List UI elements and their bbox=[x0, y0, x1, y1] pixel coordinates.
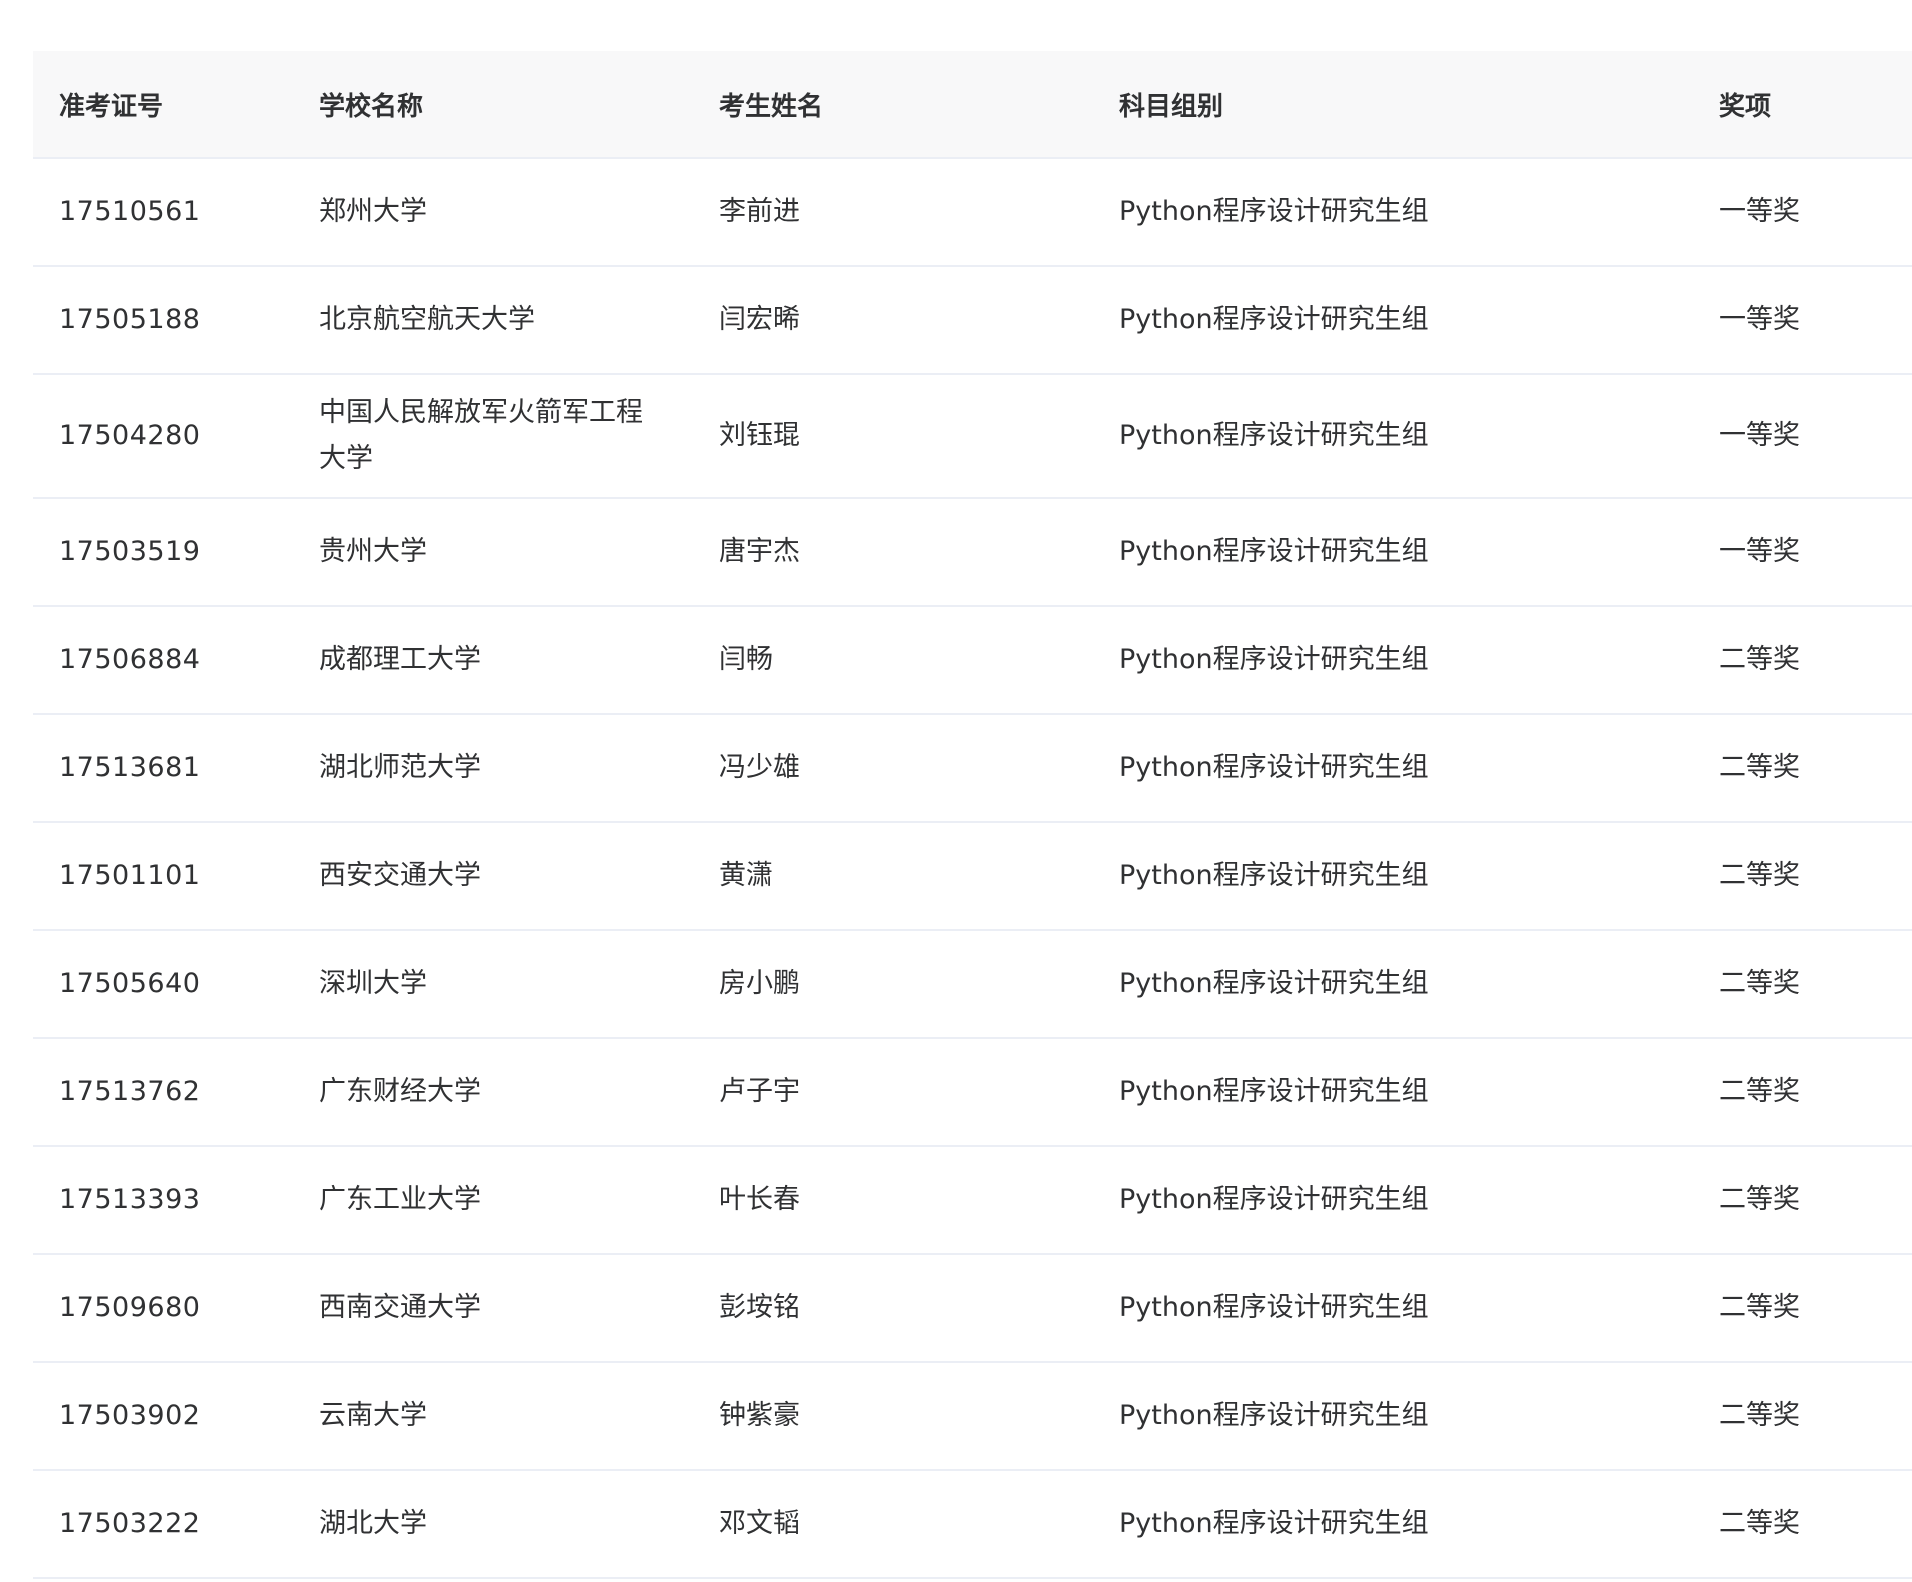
cell-subject-group: Python程序设计研究生组 bbox=[1093, 1362, 1693, 1471]
table-row: 17504280 中国人民解放军火箭军工程大学 刘钰琨 Python程序设计研究生组一… bbox=[33, 374, 1912, 499]
cell-exam-id: 17513762 bbox=[33, 1038, 293, 1147]
table-header: 准考证号 学校名称 考生姓名 科目组别 奖项 bbox=[33, 51, 1912, 159]
cell-student-name: 卢子宇 bbox=[693, 1038, 1093, 1147]
table-row: 17503222 湖北大学 邓文韬 Python程序设计研究生组 二等奖 bbox=[33, 1470, 1912, 1579]
header-school: 学校名称 bbox=[293, 51, 693, 159]
cell-student-name: 叶长春 bbox=[693, 1146, 1093, 1255]
cell-student-name: 黄潇 bbox=[693, 822, 1093, 931]
cell-school: 郑州大学 bbox=[293, 158, 693, 267]
cell-subject-group: Python程序设计研究生组 bbox=[1093, 1146, 1693, 1255]
cell-student-name: 唐宇杰 bbox=[693, 498, 1093, 607]
cell-exam-id: 17501101 bbox=[33, 822, 293, 931]
header-award: 奖项 bbox=[1693, 51, 1912, 159]
cell-school: 中国人民解放军火箭军工程大学 bbox=[293, 374, 693, 499]
cell-exam-id: 17510561 bbox=[33, 158, 293, 267]
cell-subject-group: Python程序设计研究生组 bbox=[1093, 374, 1693, 499]
cell-award: 一等奖 bbox=[1693, 374, 1912, 499]
cell-exam-id: 17505640 bbox=[33, 930, 293, 1039]
cell-school: 成都理工大学 bbox=[293, 606, 693, 715]
header-student-name: 考生姓名 bbox=[693, 51, 1093, 159]
table-row: 17513681 湖北师范大学 冯少雄 Python程序设计研究生组 二等奖 bbox=[33, 714, 1912, 823]
table-body: 17510561 郑州大学 李前进 Python程序设计研究生组 一等奖 17505188… bbox=[33, 158, 1912, 1579]
table-row: 17509680 西南交通大学 彭垵铭 Python程序设计研究生组 二等奖 bbox=[33, 1254, 1912, 1363]
table-row: 17501101 西安交通大学 黄潇 Python程序设计研究生组 二等奖 bbox=[33, 822, 1912, 931]
cell-school: 贵州大学 bbox=[293, 498, 693, 607]
cell-student-name: 彭垵铭 bbox=[693, 1254, 1093, 1363]
cell-exam-id: 17503519 bbox=[33, 498, 293, 607]
results-table-container: 准考证号 学校名称 考生姓名 科目组别 奖项 17510561 郑州大学 李前进 Py… bbox=[33, 51, 1912, 1579]
cell-exam-id: 17506884 bbox=[33, 606, 293, 715]
cell-student-name: 刘钰琨 bbox=[693, 374, 1093, 499]
table-row: 17513762 广东财经大学 卢子宇 Python程序设计研究生组 二等奖 bbox=[33, 1038, 1912, 1147]
cell-student-name: 邓文韬 bbox=[693, 1470, 1093, 1579]
cell-subject-group: Python程序设计研究生组 bbox=[1093, 1254, 1693, 1363]
table-row: 17506884 成都理工大学 闫畅 Python程序设计研究生组 二等奖 bbox=[33, 606, 1912, 715]
cell-exam-id: 17513393 bbox=[33, 1146, 293, 1255]
cell-subject-group: Python程序设计研究生组 bbox=[1093, 1470, 1693, 1579]
cell-student-name: 李前进 bbox=[693, 158, 1093, 267]
cell-award: 二等奖 bbox=[1693, 930, 1912, 1039]
cell-school: 湖北师范大学 bbox=[293, 714, 693, 823]
cell-student-name: 钟紫豪 bbox=[693, 1362, 1093, 1471]
cell-award: 一等奖 bbox=[1693, 498, 1912, 607]
cell-award: 二等奖 bbox=[1693, 1254, 1912, 1363]
cell-subject-group: Python程序设计研究生组 bbox=[1093, 498, 1693, 607]
cell-school: 北京航空航天大学 bbox=[293, 266, 693, 375]
header-subject-group: 科目组别 bbox=[1093, 51, 1693, 159]
cell-subject-group: Python程序设计研究生组 bbox=[1093, 1038, 1693, 1147]
table-row: 17503519 贵州大学 唐宇杰 Python程序设计研究生组 一等奖 bbox=[33, 498, 1912, 607]
table-row: 17505640 深圳大学 房小鹏 Python程序设计研究生组 二等奖 bbox=[33, 930, 1912, 1039]
cell-subject-group: Python程序设计研究生组 bbox=[1093, 714, 1693, 823]
cell-student-name: 闫宏晞 bbox=[693, 266, 1093, 375]
cell-subject-group: Python程序设计研究生组 bbox=[1093, 606, 1693, 715]
cell-award: 二等奖 bbox=[1693, 606, 1912, 715]
cell-school: 深圳大学 bbox=[293, 930, 693, 1039]
cell-award: 一等奖 bbox=[1693, 266, 1912, 375]
cell-award: 二等奖 bbox=[1693, 1146, 1912, 1255]
cell-award: 一等奖 bbox=[1693, 158, 1912, 267]
cell-exam-id: 17505188 bbox=[33, 266, 293, 375]
cell-school: 广东财经大学 bbox=[293, 1038, 693, 1147]
cell-student-name: 冯少雄 bbox=[693, 714, 1093, 823]
table-row: 17505188 北京航空航天大学 闫宏晞 Python程序设计研究生组 一等奖 bbox=[33, 266, 1912, 375]
header-row: 准考证号 学校名称 考生姓名 科目组别 奖项 bbox=[33, 51, 1912, 159]
cell-exam-id: 17504280 bbox=[33, 374, 293, 499]
table-row: 17513393 广东工业大学 叶长春 Python程序设计研究生组 二等奖 bbox=[33, 1146, 1912, 1255]
table-row: 17503902 云南大学 钟紫豪 Python程序设计研究生组 二等奖 bbox=[33, 1362, 1912, 1471]
cell-subject-group: Python程序设计研究生组 bbox=[1093, 158, 1693, 267]
cell-subject-group: Python程序设计研究生组 bbox=[1093, 822, 1693, 931]
cell-student-name: 闫畅 bbox=[693, 606, 1093, 715]
cell-school: 广东工业大学 bbox=[293, 1146, 693, 1255]
cell-school: 西安交通大学 bbox=[293, 822, 693, 931]
cell-award: 二等奖 bbox=[1693, 1038, 1912, 1147]
cell-exam-id: 17509680 bbox=[33, 1254, 293, 1363]
cell-award: 二等奖 bbox=[1693, 822, 1912, 931]
cell-exam-id: 17503222 bbox=[33, 1470, 293, 1579]
cell-school: 西南交通大学 bbox=[293, 1254, 693, 1363]
cell-subject-group: Python程序设计研究生组 bbox=[1093, 266, 1693, 375]
cell-award: 二等奖 bbox=[1693, 714, 1912, 823]
cell-award: 二等奖 bbox=[1693, 1470, 1912, 1579]
cell-student-name: 房小鹏 bbox=[693, 930, 1093, 1039]
table-row: 17510561 郑州大学 李前进 Python程序设计研究生组 一等奖 bbox=[33, 158, 1912, 267]
cell-school: 湖北大学 bbox=[293, 1470, 693, 1579]
cell-award: 二等奖 bbox=[1693, 1362, 1912, 1471]
cell-exam-id: 17503902 bbox=[33, 1362, 293, 1471]
cell-exam-id: 17513681 bbox=[33, 714, 293, 823]
header-exam-id: 准考证号 bbox=[33, 51, 293, 159]
cell-subject-group: Python程序设计研究生组 bbox=[1093, 930, 1693, 1039]
results-table: 准考证号 学校名称 考生姓名 科目组别 奖项 17510561 郑州大学 李前进 Py… bbox=[33, 51, 1912, 1579]
cell-school: 云南大学 bbox=[293, 1362, 693, 1471]
